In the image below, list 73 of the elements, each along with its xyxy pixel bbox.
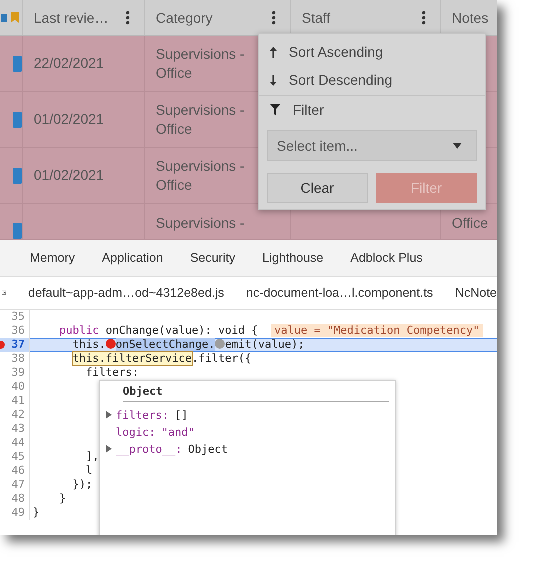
- expand-icon[interactable]: [106, 411, 112, 419]
- code-text: l: [86, 464, 93, 477]
- line-number: 39: [12, 366, 25, 379]
- table-cell: Supervisions - Office: [156, 100, 245, 138]
- line-number: 43: [12, 422, 25, 435]
- kebab-menu-icon[interactable]: [422, 10, 426, 24]
- menu-item[interactable]: Sort Ascending: [259, 38, 485, 66]
- code-text: onChange(value): void {: [106, 324, 260, 337]
- code-text: });: [72, 478, 93, 491]
- devtools-tab[interactable]: Lighthouse: [262, 251, 324, 265]
- arrow-up-icon: [270, 46, 277, 58]
- menu-item[interactable]: Sort Descending: [259, 66, 485, 94]
- kebab-menu-icon[interactable]: [272, 10, 276, 24]
- column-header[interactable]: Staff: [302, 10, 331, 26]
- breakpoint-dot[interactable]: [215, 339, 226, 349]
- code-text: .filter({: [192, 352, 252, 365]
- selected-code: onSelectChange.: [116, 338, 216, 351]
- line-number: 41: [12, 394, 25, 407]
- line-number: 44: [12, 436, 25, 449]
- table-cell: Supervisions -: [156, 214, 245, 233]
- line-number: 38: [12, 352, 25, 365]
- column-header[interactable]: Notes: [452, 10, 489, 26]
- devtools-tab[interactable]: Application: [102, 251, 164, 265]
- column-header[interactable]: Last revie…: [34, 10, 109, 26]
- inline-value: value = "Medication Competency": [271, 324, 483, 337]
- line-number: 35: [12, 310, 25, 323]
- line-number: 45: [12, 450, 25, 463]
- devtools-tab[interactable]: Adblock Plus: [350, 251, 423, 265]
- clear-button[interactable]: Clear: [267, 173, 368, 203]
- table-cell: Office: [452, 214, 488, 233]
- property-key: __proto__:: [116, 442, 182, 456]
- expand-icon[interactable]: [106, 445, 112, 453]
- line-number: 49: [12, 506, 25, 519]
- breakpoint-marker[interactable]: [0, 341, 5, 349]
- line-number: 47: [12, 478, 25, 491]
- line-number: 36: [12, 324, 25, 337]
- table-cell: Supervisions - Office: [156, 44, 245, 82]
- property-value: "and": [162, 426, 195, 438]
- file-tab[interactable]: nc-document-loa…l.component.ts: [246, 286, 434, 300]
- table-cell: 22/02/2021: [34, 54, 104, 73]
- line-number: 37: [12, 338, 25, 351]
- code-text: }: [60, 492, 66, 505]
- column-header[interactable]: Category: [156, 10, 213, 26]
- code-text: ],: [86, 450, 100, 463]
- devtools-tab[interactable]: Memory: [30, 251, 76, 265]
- kebab-menu-icon[interactable]: [126, 10, 130, 24]
- table-cell: Supervisions - Office: [156, 156, 245, 194]
- code-text: emit(value);: [225, 338, 305, 351]
- devtools-tab[interactable]: Security: [190, 251, 236, 265]
- file-tab[interactable]: NcNote: [455, 286, 497, 300]
- code-text: filters:: [86, 366, 139, 379]
- line-number: 40: [12, 380, 25, 393]
- breakpoint-dot[interactable]: [106, 339, 116, 349]
- bookmark-icon: [11, 12, 19, 23]
- table-cell: 01/02/2021: [34, 166, 104, 185]
- table-cell: 01/02/2021: [34, 110, 104, 129]
- property-value: Object: [188, 442, 228, 456]
- line-number: 48: [12, 492, 25, 505]
- code-keyword: public: [60, 324, 100, 337]
- select-dropdown[interactable]: Select item...: [267, 130, 477, 161]
- filter-icon: [270, 104, 281, 116]
- property-value: []: [174, 408, 188, 422]
- popover-title: Object: [123, 385, 389, 402]
- menu-item[interactable]: Filter: [259, 96, 485, 124]
- code-text: this.: [72, 338, 106, 351]
- line-number: 46: [12, 464, 25, 477]
- hovered-expression: this.filterService: [72, 352, 192, 365]
- property-key: logic:: [116, 426, 156, 438]
- file-tab[interactable]: default~app-adm…od~4312e8ed.js: [28, 286, 224, 300]
- property-key: filters:: [116, 408, 169, 422]
- code-text: }: [33, 506, 40, 519]
- line-number: 42: [12, 408, 25, 421]
- arrow-down-icon: [270, 74, 277, 86]
